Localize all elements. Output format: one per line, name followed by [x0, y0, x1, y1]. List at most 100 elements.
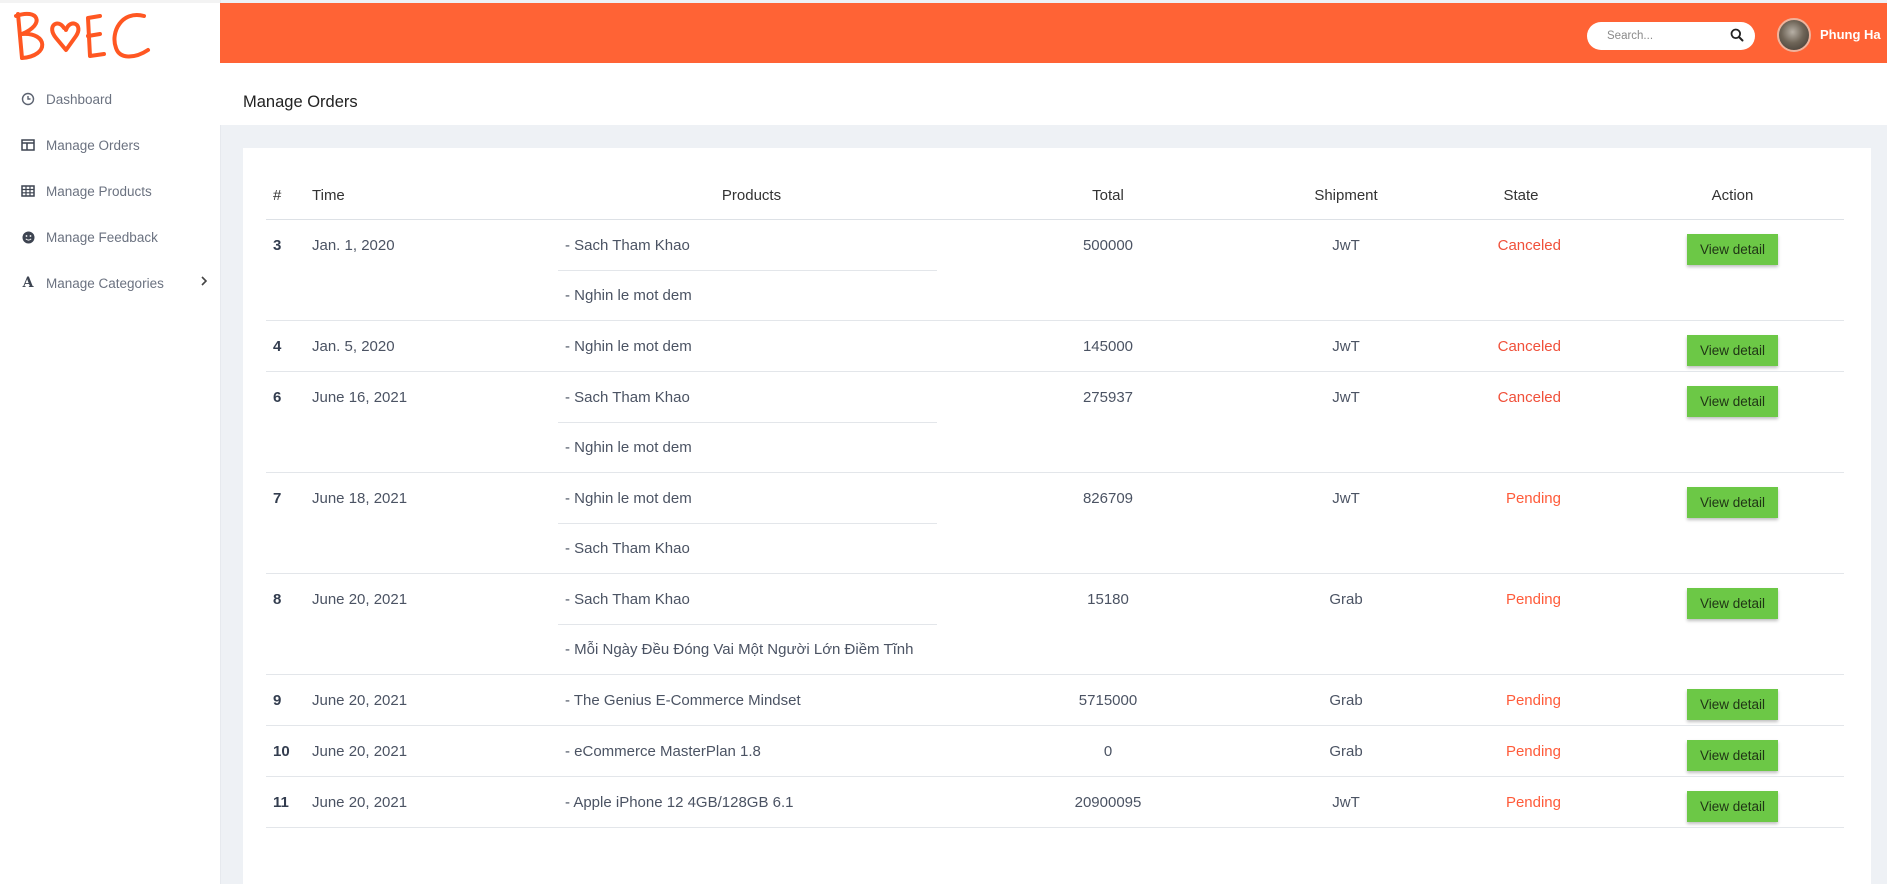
smile-icon: [20, 229, 36, 245]
table-row: 6 June 16, 2021 - Sach Tham Khao - Nghin le…: [266, 371, 1844, 473]
order-action-cell: View detail: [1621, 320, 1844, 372]
table-row: 7 June 18, 2021 - Nghin le mot dem - Sach T…: [266, 472, 1844, 574]
order-shipment: JwT: [1271, 320, 1421, 372]
order-action-cell: View detail: [1621, 674, 1844, 726]
order-total: 5715000: [945, 674, 1271, 726]
order-products: - Sach Tham Khao - Nghin le mot dem: [558, 371, 945, 473]
order-shipment: JwT: [1271, 472, 1421, 574]
clock-icon: [20, 91, 36, 107]
order-total: 0: [945, 725, 1271, 777]
view-detail-button[interactable]: View detail: [1686, 689, 1779, 720]
product-item: - Nghin le mot dem: [565, 489, 692, 507]
order-action-cell: View detail: [1621, 219, 1844, 321]
order-time: June 20, 2021: [312, 776, 558, 828]
order-id: 6: [266, 371, 312, 473]
product-item: - The Genius E-Commerce Mindset: [565, 691, 801, 709]
sidebar-item-manage-categories[interactable]: A Manage Categories: [0, 260, 220, 306]
table-row: 8 June 20, 2021 - Sach Tham Khao - Mỗi Ngày…: [266, 573, 1844, 675]
order-action-cell: View detail: [1621, 371, 1844, 473]
username[interactable]: Phung Ha: [1820, 27, 1881, 42]
column-header-state: State: [1421, 172, 1621, 220]
table-header-row: # Time Products Total Shipment State Act…: [266, 172, 1844, 220]
order-action-cell: View detail: [1621, 725, 1844, 777]
order-total: 826709: [945, 472, 1271, 574]
status-badge: Canceled: [1421, 219, 1621, 321]
product-item: - Sach Tham Khao: [565, 236, 690, 254]
status-badge: Canceled: [1421, 371, 1621, 473]
product-item: - eCommerce MasterPlan 1.8: [565, 742, 761, 760]
sidebar-item-label: Dashboard: [46, 91, 113, 107]
product-item: - Nghin le mot dem: [558, 270, 937, 320]
search-icon[interactable]: [1730, 28, 1746, 44]
view-detail-button[interactable]: View detail: [1686, 791, 1779, 822]
chevron-right-icon: [200, 275, 208, 289]
orders-card: # Time Products Total Shipment State Act…: [243, 148, 1871, 884]
sidebar-item-dashboard[interactable]: Dashboard: [0, 76, 220, 122]
view-detail-button[interactable]: View detail: [1686, 740, 1779, 771]
order-id: 10: [266, 725, 312, 777]
avatar[interactable]: [1777, 18, 1811, 52]
product-item: - Nghin le mot dem: [558, 422, 937, 472]
order-time: June 20, 2021: [312, 725, 558, 777]
status-badge: Canceled: [1421, 320, 1621, 372]
column-header-time: Time: [312, 172, 558, 220]
app-logo[interactable]: [12, 6, 152, 64]
view-detail-button[interactable]: View detail: [1686, 335, 1779, 366]
product-item: - Sach Tham Khao: [565, 388, 690, 406]
view-detail-button[interactable]: View detail: [1686, 386, 1779, 417]
order-shipment: JwT: [1271, 219, 1421, 321]
sidebar-item-label: Manage Products: [46, 183, 152, 199]
product-item: - Mỗi Ngày Đều Đóng Vai Một Người Lớn Đi…: [558, 624, 937, 674]
table-row: 10 June 20, 2021 - eCommerce MasterPlan 1.…: [266, 725, 1844, 777]
order-shipment: Grab: [1271, 725, 1421, 777]
status-badge: Pending: [1421, 674, 1621, 726]
order-time: June 18, 2021: [312, 472, 558, 574]
letter-a-icon: A: [22, 275, 34, 291]
sidebar-menu: Dashboard Manage Orders Manage Products …: [0, 76, 220, 306]
sidebar-item-manage-products[interactable]: Manage Products: [0, 168, 220, 214]
table-row: 9 June 20, 2021 - The Genius E-Commerce Mi…: [266, 674, 1844, 726]
status-badge: Pending: [1421, 776, 1621, 828]
search-box: [1587, 22, 1755, 50]
order-action-cell: View detail: [1621, 472, 1844, 574]
order-time: June 20, 2021: [312, 674, 558, 726]
column-header-products: Products: [558, 172, 945, 220]
order-products: - Apple iPhone 12 4GB/128GB 6.1: [558, 776, 945, 828]
order-shipment: JwT: [1271, 371, 1421, 473]
view-detail-button[interactable]: View detail: [1686, 487, 1779, 518]
table-row: 4 Jan. 5, 2020 - Nghin le mot dem 145000 JwT…: [266, 320, 1844, 372]
columns-icon: [20, 137, 36, 153]
orders-table: # Time Products Total Shipment State Act…: [266, 172, 1844, 828]
view-detail-button[interactable]: View detail: [1686, 588, 1779, 619]
page-title-bar: Manage Orders: [220, 63, 1887, 125]
order-time: Jan. 1, 2020: [312, 219, 558, 321]
sidebar-item-manage-feedback[interactable]: Manage Feedback: [0, 214, 220, 260]
order-shipment: Grab: [1271, 573, 1421, 675]
order-action-cell: View detail: [1621, 573, 1844, 675]
order-products: - Nghin le mot dem: [558, 320, 945, 372]
order-time: June 16, 2021: [312, 371, 558, 473]
view-detail-button[interactable]: View detail: [1686, 234, 1779, 265]
product-item: - Sach Tham Khao: [558, 523, 937, 573]
order-time: June 20, 2021: [312, 573, 558, 675]
column-header-action: Action: [1621, 172, 1844, 220]
order-total: 145000: [945, 320, 1271, 372]
order-id: 9: [266, 674, 312, 726]
sidebar-item-label: Manage Categories: [46, 275, 164, 291]
order-products: - The Genius E-Commerce Mindset: [558, 674, 945, 726]
order-id: 8: [266, 573, 312, 675]
order-id: 4: [266, 320, 312, 372]
order-total: 275937: [945, 371, 1271, 473]
search-input[interactable]: [1605, 29, 1727, 43]
order-products: - eCommerce MasterPlan 1.8: [558, 725, 945, 777]
column-header-id: #: [266, 172, 312, 220]
column-header-shipment: Shipment: [1271, 172, 1421, 220]
sidebar-item-label: Manage Feedback: [46, 229, 158, 245]
order-products: - Sach Tham Khao - Mỗi Ngày Đều Đóng Vai …: [558, 573, 945, 675]
order-total: 500000: [945, 219, 1271, 321]
order-shipment: JwT: [1271, 776, 1421, 828]
table-row: 3 Jan. 1, 2020 - Sach Tham Khao - Nghin le …: [266, 219, 1844, 321]
sidebar-item-label: Manage Orders: [46, 137, 140, 153]
order-total: 15180: [945, 573, 1271, 675]
sidebar-item-manage-orders[interactable]: Manage Orders: [0, 122, 220, 168]
